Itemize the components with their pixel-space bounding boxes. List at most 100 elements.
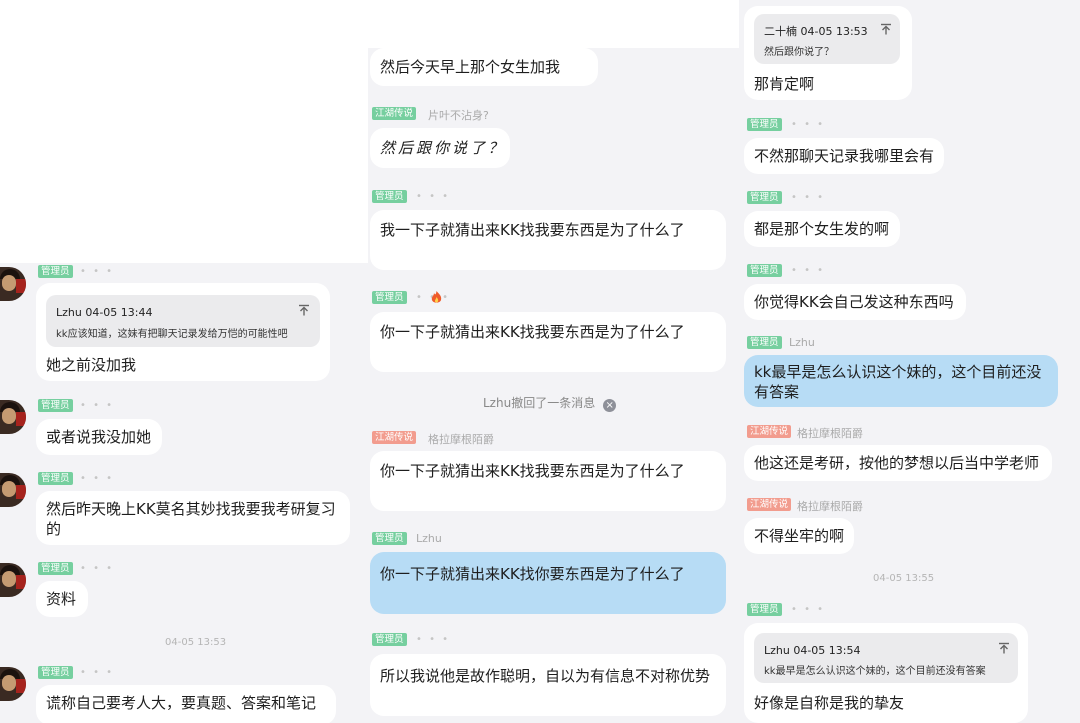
self-message-bubble[interactable]: 你一下子就猜出来KK找你要东西是为了什么了 bbox=[370, 552, 726, 614]
pin-to-top-icon[interactable] bbox=[998, 642, 1010, 654]
left-chat-panel: 管理员 • • • Lzhu 04-05 13:44 kk应该知道，这妹有把聊天… bbox=[0, 263, 368, 723]
nickname-dots: • • • bbox=[791, 604, 826, 615]
nickname-dots: • • • bbox=[80, 473, 115, 484]
nickname-dots: • • • bbox=[80, 563, 115, 574]
quote-author: Lzhu 04-05 13:44 bbox=[56, 306, 153, 319]
sender-nickname: Lzhu bbox=[416, 532, 442, 545]
message-text: 我一下子就猜出来KK找我要东西是为了什么了 bbox=[380, 221, 685, 239]
middle-chat-panel: 然后今天早上那个女生加我 江湖传说 片叶不沾身? 然后跟你说了？ 管理员 • •… bbox=[368, 48, 739, 723]
admin-tag: 管理员 bbox=[747, 336, 782, 349]
nickname-dots: • • • bbox=[80, 400, 115, 411]
admin-tag: 管理员 bbox=[38, 265, 73, 278]
message-text: 你一下子就猜出来KK找我要东西是为了什么了 bbox=[380, 462, 685, 480]
close-circle-icon[interactable]: × bbox=[603, 399, 617, 412]
message-bubble[interactable]: Lzhu 04-05 13:44 kk应该知道，这妹有把聊天记录发给万恺的可能性… bbox=[36, 283, 330, 381]
message-bubble[interactable]: 或者说我没加她 bbox=[36, 419, 162, 455]
message-text: 都是那个女生发的啊 bbox=[754, 220, 890, 238]
admin-tag: 管理员 bbox=[38, 399, 73, 412]
nickname-dots: • • • bbox=[80, 266, 115, 277]
message-bubble[interactable]: 你一下子就猜出来KK找我要东西是为了什么了 bbox=[370, 312, 726, 372]
message-text: 好像是自称是我的挚友 bbox=[754, 694, 905, 712]
avatar[interactable] bbox=[0, 400, 26, 434]
pin-to-top-icon[interactable] bbox=[298, 304, 310, 316]
nickname-dots: • • • bbox=[791, 192, 826, 203]
nickname-dots: • • • bbox=[416, 191, 451, 202]
admin-tag: 管理员 bbox=[372, 633, 407, 646]
quote-text: kk最早是怎么认识这个妹的，这个目前还没有答案 bbox=[764, 666, 986, 677]
quoted-message[interactable]: Lzhu 04-05 13:54 kk最早是怎么认识这个妹的，这个目前还没有答案 bbox=[754, 633, 1018, 683]
quote-author: 二十楠 04-05 13:53 bbox=[764, 25, 868, 38]
quote-text: kk应该知道，这妹有把聊天记录发给万恺的可能性吧 bbox=[56, 329, 288, 340]
quoted-message[interactable]: Lzhu 04-05 13:44 kk应该知道，这妹有把聊天记录发给万恺的可能性… bbox=[46, 295, 320, 347]
message-bubble[interactable]: 不得坐牢的啊 bbox=[744, 518, 854, 554]
message-text: 不得坐牢的啊 bbox=[754, 527, 845, 545]
admin-tag: 管理员 bbox=[372, 291, 407, 304]
message-text: 她之前没加我 bbox=[46, 356, 137, 374]
message-bubble[interactable]: Lzhu 04-05 13:54 kk最早是怎么认识这个妹的，这个目前还没有答案… bbox=[744, 623, 1028, 723]
jianghu-tag: 江湖传说 bbox=[747, 498, 792, 511]
admin-tag: 管理员 bbox=[747, 191, 782, 204]
admin-tag: 管理员 bbox=[747, 603, 782, 616]
message-text: 你一下子就猜出来KK找你要东西是为了什么了 bbox=[380, 565, 685, 583]
message-text: 你觉得KK会自己发这种东西吗 bbox=[754, 293, 954, 311]
admin-tag: 管理员 bbox=[38, 562, 73, 575]
quote-author: Lzhu 04-05 13:54 bbox=[764, 644, 861, 657]
message-bubble[interactable]: 谎称自己要考人大，要真题、答案和笔记 bbox=[36, 685, 336, 723]
message-bubble[interactable]: 都是那个女生发的啊 bbox=[744, 211, 900, 247]
message-bubble[interactable]: 然后今天早上那个女生加我 bbox=[370, 48, 598, 86]
timestamp: 04-05 13:53 bbox=[165, 637, 227, 648]
admin-tag: 管理员 bbox=[38, 472, 73, 485]
admin-tag: 管理员 bbox=[372, 190, 407, 203]
admin-tag: 管理员 bbox=[372, 532, 407, 545]
sender-nickname: 格拉摩根陌爵 bbox=[797, 427, 863, 440]
quoted-message[interactable]: 二十楠 04-05 13:53 然后跟你说了？ bbox=[754, 14, 900, 64]
quote-text: 然后跟你说了？ bbox=[764, 47, 834, 58]
message-text: 那肯定啊 bbox=[754, 75, 815, 93]
nickname-dots: • • • bbox=[80, 667, 115, 678]
avatar[interactable] bbox=[0, 667, 26, 701]
fire-emoji-icon bbox=[431, 291, 442, 303]
message-bubble[interactable]: 我一下子就猜出来KK找我要东西是为了什么了 bbox=[370, 210, 726, 270]
sender-nickname: Lzhu bbox=[789, 336, 815, 349]
message-bubble[interactable]: 所以我说他是故作聪明，自以为有信息不对称优势 bbox=[370, 654, 726, 716]
avatar[interactable] bbox=[0, 267, 26, 301]
admin-tag: 管理员 bbox=[747, 118, 782, 131]
message-bubble[interactable]: 二十楠 04-05 13:53 然后跟你说了？ 那肯定啊 bbox=[744, 6, 912, 100]
nickname-dots: • • • bbox=[416, 634, 451, 645]
avatar[interactable] bbox=[0, 473, 26, 507]
message-bubble[interactable]: 然后跟你说了？ bbox=[370, 128, 510, 168]
sender-nickname: 片叶不沾身? bbox=[428, 109, 489, 122]
admin-tag: 管理员 bbox=[38, 666, 73, 679]
message-text: 资料 bbox=[46, 590, 77, 608]
message-text: 谎称自己要考人大，要真题、答案和笔记 bbox=[46, 694, 317, 712]
message-bubble[interactable]: 他这还是考研，按他的梦想以后当中学老师 bbox=[744, 445, 1052, 481]
message-text: 他这还是考研，按他的梦想以后当中学老师 bbox=[754, 454, 1040, 472]
message-text: 然后昨天晚上KK莫名其妙找我要我考研复习的 bbox=[46, 500, 336, 538]
pin-to-top-icon[interactable] bbox=[880, 23, 892, 35]
message-bubble[interactable]: 不然那聊天记录我哪里会有 bbox=[744, 138, 944, 174]
avatar[interactable] bbox=[0, 563, 26, 597]
message-text: 然后今天早上那个女生加我 bbox=[380, 58, 561, 76]
message-bubble[interactable]: 然后昨天晚上KK莫名其妙找我要我考研复习的 bbox=[36, 491, 350, 545]
jianghu-tag: 江湖传说 bbox=[372, 107, 417, 120]
sender-nickname: 格拉摩根陌爵 bbox=[428, 433, 494, 446]
message-bubble[interactable]: 你一下子就猜出来KK找我要东西是为了什么了 bbox=[370, 451, 726, 511]
admin-tag: 管理员 bbox=[747, 264, 782, 277]
message-text: 或者说我没加她 bbox=[46, 428, 152, 446]
jianghu-tag: 江湖传说 bbox=[372, 431, 417, 444]
message-text: 然后跟你说了？ bbox=[380, 139, 507, 157]
self-message-bubble[interactable]: kk最早是怎么认识这个妹的，这个目前还没有答案 bbox=[744, 355, 1058, 407]
timestamp: 04-05 13:55 bbox=[873, 573, 935, 584]
right-chat-panel: 二十楠 04-05 13:53 然后跟你说了？ 那肯定啊 管理员 • • • 不… bbox=[739, 0, 1080, 723]
nickname-dots: • • • bbox=[791, 119, 826, 130]
recall-notice: Lzhu撤回了一条消息 × bbox=[483, 394, 617, 412]
message-text: 所以我说他是故作聪明，自以为有信息不对称优势 bbox=[380, 667, 711, 685]
message-text: 不然那聊天记录我哪里会有 bbox=[754, 147, 935, 165]
message-bubble[interactable]: 你觉得KK会自己发这种东西吗 bbox=[744, 284, 966, 320]
message-text: 你一下子就猜出来KK找我要东西是为了什么了 bbox=[380, 323, 685, 341]
jianghu-tag: 江湖传说 bbox=[747, 425, 792, 438]
sender-nickname: 格拉摩根陌爵 bbox=[797, 500, 863, 513]
nickname-dots: • • • bbox=[791, 265, 826, 276]
message-text: kk最早是怎么认识这个妹的，这个目前还没有答案 bbox=[754, 363, 1042, 401]
message-bubble[interactable]: 资料 bbox=[36, 581, 88, 617]
